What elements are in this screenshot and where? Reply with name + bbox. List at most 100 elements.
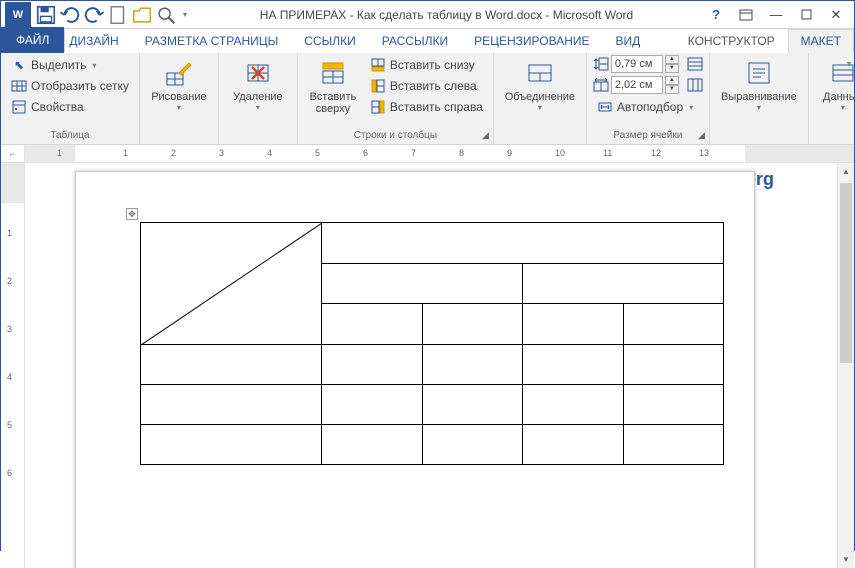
spinner-up-icon[interactable]: ▲ [665, 76, 679, 85]
ruler-mark: 10 [555, 148, 565, 158]
table-row[interactable] [141, 223, 724, 264]
autofit-button[interactable]: Автоподбор▾ [593, 97, 703, 117]
table-cell[interactable] [322, 304, 423, 345]
table-cell[interactable] [523, 385, 624, 425]
table-cell[interactable] [523, 304, 624, 345]
ruler-mark: 4 [267, 148, 272, 158]
table-cell[interactable] [422, 304, 523, 345]
vertical-scrollbar[interactable]: ▲ ▼ [837, 163, 854, 568]
data-button[interactable]: Данные ▾ [815, 55, 855, 114]
ruler-mark: 3 [7, 324, 12, 334]
height-spinner[interactable]: ▲▼ [665, 55, 679, 73]
tab-design[interactable]: ДИЗАЙН [64, 29, 131, 53]
qat-customize-icon[interactable]: ▾ [179, 4, 191, 26]
insert-below-label: Вставить снизу [390, 58, 475, 72]
table-cell[interactable] [322, 385, 423, 425]
insert-below-button[interactable]: Вставить снизу [366, 55, 487, 75]
spinner-up-icon[interactable]: ▲ [665, 55, 679, 64]
table-cell[interactable] [322, 425, 423, 465]
help-icon[interactable]: ? [702, 4, 730, 26]
document-table[interactable] [140, 222, 724, 465]
save-icon[interactable] [35, 4, 57, 26]
scroll-up-icon[interactable]: ▲ [838, 163, 854, 180]
delete-label: Удаление [233, 91, 283, 103]
scroll-down-icon[interactable]: ▼ [838, 551, 854, 568]
tab-review[interactable]: РЕЦЕНЗИРОВАНИЕ [461, 29, 602, 53]
table-row[interactable] [141, 425, 724, 465]
data-icon [827, 57, 855, 89]
chevron-down-icon: ▾ [757, 103, 761, 112]
merge-button[interactable]: Объединение ▾ [500, 55, 580, 114]
ribbon-display-icon[interactable] [732, 4, 760, 26]
vertical-ruler[interactable]: 1 2 3 4 5 6 [1, 163, 25, 568]
insert-above-button[interactable]: Вставить сверху [304, 55, 362, 117]
table-cell[interactable] [422, 385, 523, 425]
table-cell[interactable] [141, 425, 322, 465]
tab-file[interactable]: ФАЙЛ [1, 27, 64, 53]
table-row[interactable] [141, 345, 724, 385]
table-cell[interactable] [141, 345, 322, 385]
table-cell[interactable] [623, 385, 724, 425]
table-row[interactable] [141, 385, 724, 425]
spinner-down-icon[interactable]: ▼ [665, 64, 679, 73]
table-cell[interactable] [422, 345, 523, 385]
insert-right-button[interactable]: Вставить справа [366, 97, 487, 117]
horizontal-ruler[interactable]: 1 1 2 3 4 5 6 7 8 9 10 11 12 13 [25, 145, 854, 163]
table-cell[interactable] [141, 385, 322, 425]
alignment-button[interactable]: Выравнивание ▾ [716, 55, 802, 114]
print-preview-icon[interactable] [155, 4, 177, 26]
properties-button[interactable]: Свойства [7, 97, 133, 117]
draw-button[interactable]: Рисование ▾ [146, 55, 212, 114]
table-cell[interactable] [523, 345, 624, 385]
ruler-mark: 8 [459, 148, 464, 158]
tab-references[interactable]: ССЫЛКИ [291, 29, 368, 53]
document-page[interactable]: ✥ [75, 171, 755, 568]
table-cell[interactable] [623, 304, 724, 345]
ruler-mark: 12 [651, 148, 661, 158]
spinner-down-icon[interactable]: ▼ [665, 85, 679, 94]
table-cell[interactable] [422, 425, 523, 465]
table-cell[interactable] [623, 345, 724, 385]
table-cell[interactable] [322, 263, 523, 304]
distribute-rows-icon[interactable] [687, 57, 703, 71]
gridlines-button[interactable]: Отобразить сетку [7, 76, 133, 96]
scroll-thumb[interactable] [840, 183, 852, 363]
open-icon[interactable] [131, 4, 153, 26]
undo-icon[interactable] [59, 4, 81, 26]
table-cell[interactable] [623, 425, 724, 465]
tab-view[interactable]: ВИД [603, 29, 654, 53]
width-spinner[interactable]: ▲▼ [665, 76, 679, 94]
redo-icon[interactable] [83, 4, 105, 26]
table-cell[interactable] [523, 263, 724, 304]
insert-left-button[interactable]: Вставить слева [366, 76, 487, 96]
delete-button[interactable]: Удаление ▾ [225, 55, 291, 114]
select-button[interactable]: ⬉Выделить▾ [7, 55, 133, 75]
insert-right-icon [370, 99, 386, 115]
distribute-cols-icon[interactable] [687, 78, 703, 92]
tab-page-layout[interactable]: РАЗМЕТКА СТРАНИЦЫ [132, 29, 292, 53]
tab-constructor[interactable]: КОНСТРУКТОР [675, 29, 788, 53]
maximize-icon[interactable] [792, 4, 820, 26]
autofit-icon [597, 99, 613, 115]
table-move-handle-icon[interactable]: ✥ [126, 208, 138, 220]
new-doc-icon[interactable] [107, 4, 129, 26]
chevron-down-icon: ▾ [177, 103, 181, 112]
minimize-icon[interactable]: — [762, 4, 790, 26]
row-height-input[interactable]: 0,79 см [611, 55, 663, 73]
ruler-mark: 1 [57, 148, 62, 158]
dialog-launcher-icon[interactable]: ◢ [482, 130, 489, 141]
table-cell-diagonal[interactable] [141, 223, 322, 345]
close-icon[interactable]: ✕ [822, 4, 850, 26]
ruler-mark: 1 [7, 228, 12, 238]
tab-layout[interactable]: МАКЕТ [788, 29, 854, 53]
gridlines-label: Отобразить сетку [31, 79, 129, 93]
table-cell[interactable] [322, 345, 423, 385]
table-cell[interactable] [322, 223, 724, 264]
ruler-mark: 4 [7, 372, 12, 382]
dialog-launcher-icon[interactable]: ◢ [698, 130, 705, 141]
merge-label: Объединение [505, 91, 575, 103]
table-cell[interactable] [523, 425, 624, 465]
col-width-input[interactable]: 2,02 см [611, 76, 663, 94]
page-container[interactable]: naprimerax.org ✥ [25, 163, 854, 568]
tab-mailings[interactable]: РАССЫЛКИ [369, 29, 461, 53]
